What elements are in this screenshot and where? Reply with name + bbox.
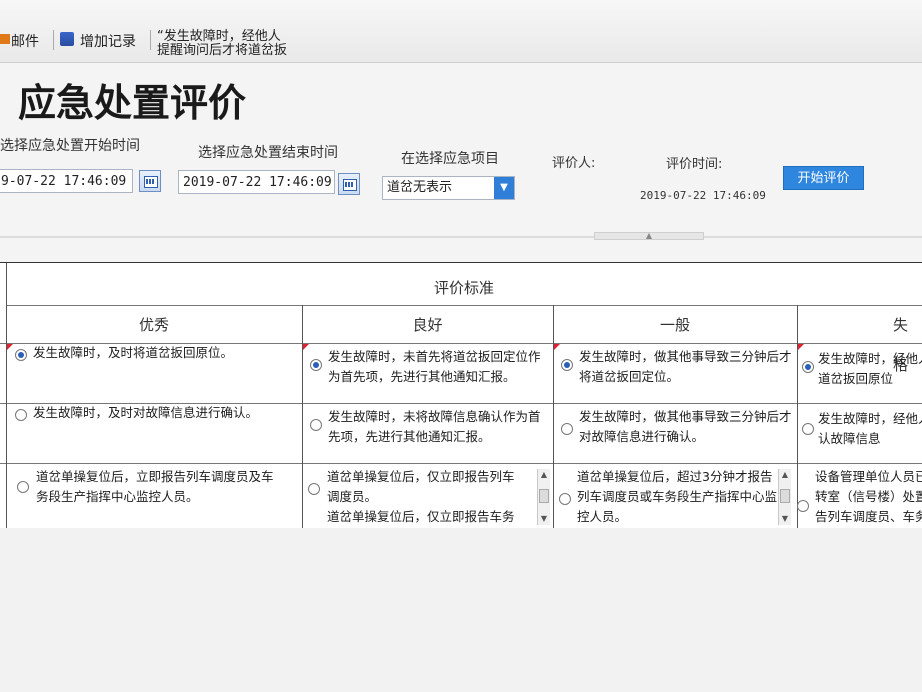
- page-title: 应急处置评价: [18, 81, 247, 125]
- end-time-label: 选择应急处置结束时间: [198, 145, 338, 161]
- column-header-fail[interactable]: 失格: [797, 305, 922, 374]
- radio-option[interactable]: [15, 409, 27, 421]
- radio-option[interactable]: [559, 493, 571, 505]
- criterion-text: 对故障信息进行确认。: [579, 429, 705, 444]
- criterion-cell[interactable]: 道岔单操复位后，仅立即报告列车 调度员。 道岔单操复位后，仅立即报告车务: [327, 467, 535, 527]
- criterion-cell[interactable]: 发生故障时，未首先将道岔扳回定位作 为首先项，先进行其他通知汇报。: [328, 347, 552, 387]
- criterion-text: 发生故障时，经他人: [818, 411, 922, 426]
- item-select-value: 道岔无表示: [387, 180, 453, 195]
- toolbar-note-line2: 提醒询问后才将道岔扳: [157, 43, 288, 58]
- criterion-text: 道岔单操复位后，仅立即报告列车: [327, 469, 515, 484]
- radio-option[interactable]: [310, 419, 322, 431]
- criterion-cell[interactable]: 道岔单操复位后，立即报告列车调度员及车 务段生产指挥中心监控人员。: [36, 467, 300, 507]
- criterion-cell[interactable]: 发生故障时，做其他事导致三分钟后才 对故障信息进行确认。: [579, 407, 795, 447]
- end-time-input[interactable]: 2019-07-22 17:46:09: [178, 170, 335, 194]
- item-select[interactable]: 道岔无表示 ▼: [382, 176, 515, 200]
- radio-option[interactable]: [561, 423, 573, 435]
- calendar-icon[interactable]: [338, 173, 360, 195]
- criterion-text: 发生故障时，未将故障信息确认作为首: [328, 409, 541, 424]
- radio-option[interactable]: [802, 361, 814, 373]
- chevron-down-icon[interactable]: ▼: [494, 177, 514, 199]
- criterion-cell[interactable]: 发生故障时，经他人 认故障信息: [818, 409, 922, 449]
- criterion-text: 控人员。: [577, 509, 628, 524]
- toolbar-note[interactable]: “发生故障时，经他人 提醒询问后才将道岔扳: [157, 30, 287, 58]
- criterion-text: 道岔单操复位后，立即报告列车调度员及车: [36, 469, 274, 484]
- cell-scrollbar[interactable]: ▲ ▼: [537, 469, 550, 525]
- criterion-text: 认故障信息: [818, 431, 881, 446]
- toolbar-divider: [150, 30, 151, 50]
- column-header-average[interactable]: 一般: [553, 305, 797, 343]
- start-time-input[interactable]: 9-07-22 17:46:09: [0, 169, 133, 193]
- scroll-down-icon[interactable]: ▼: [779, 513, 791, 525]
- cell-marker: [798, 344, 804, 350]
- table-header: 评价标准: [433, 279, 494, 297]
- criterion-text: 发生故障时，做其他事导致三分钟后才: [579, 349, 792, 364]
- evaluation-table: 评价标准 优秀 良好 一般 失格 发生故障时，及时将道岔扳回原位。 发生故障时，…: [0, 262, 922, 529]
- evaluator-label: 评价人:: [552, 156, 596, 171]
- criterion-text: 发生故障时，及时将道岔扳回原位。: [33, 345, 234, 360]
- criterion-text: 转室（信号楼）处置: [815, 489, 922, 504]
- criterion-text: 发生故障时，及时对故障信息进行确认。: [33, 405, 259, 420]
- criterion-text: 为首先项，先进行其他通知汇报。: [328, 369, 516, 384]
- scroll-up-icon[interactable]: ▲: [538, 469, 550, 481]
- criterion-cell[interactable]: 发生故障时，经他人 道岔扳回原位: [818, 349, 922, 389]
- criterion-text: 道岔单操复位后，超过3分钟才报告: [577, 469, 773, 484]
- criterion-text: 设备管理单位人员已: [815, 469, 922, 484]
- scroll-thumb[interactable]: [780, 489, 790, 503]
- empty-area: [0, 528, 922, 692]
- criterion-cell[interactable]: 发生故障时，做其他事导致三分钟后才 将道岔扳回定位。: [579, 347, 795, 387]
- scroll-down-icon[interactable]: ▼: [538, 513, 550, 525]
- radio-option[interactable]: [308, 483, 320, 495]
- eval-time-label: 评价时间:: [666, 157, 723, 172]
- criterion-text: 将道岔扳回定位。: [579, 369, 680, 384]
- criterion-cell[interactable]: 设备管理单位人员已 转室（信号楼）处置 告列车调度员、车务: [815, 467, 922, 527]
- criterion-text: 发生故障时，做其他事导致三分钟后才: [579, 409, 792, 424]
- start-evaluation-button[interactable]: 开始评价: [783, 166, 864, 190]
- mail-icon[interactable]: [0, 34, 10, 44]
- splitter[interactable]: [0, 236, 922, 238]
- criterion-text: 道岔单操复位后，仅立即报告车务: [327, 509, 515, 524]
- mail-button[interactable]: 邮件: [11, 31, 39, 51]
- criterion-text: 列车调度员或车务段生产指挥中心监: [577, 489, 777, 504]
- top-toolbar: 邮件 增加记录 “发生故障时，经他人 提醒询问后才将道岔扳: [0, 0, 922, 63]
- criterion-cell[interactable]: 道岔单操复位后，超过3分钟才报告 列车调度员或车务段生产指挥中心监 控人员。: [577, 467, 777, 527]
- cell-marker: [303, 344, 309, 350]
- toolbar-divider: [53, 30, 54, 50]
- radio-option[interactable]: [17, 481, 29, 493]
- item-label: 在选择应急项目: [401, 151, 499, 167]
- criterion-text: 道岔扳回原位: [818, 371, 894, 386]
- criterion-text: 发生故障时，未首先将道岔扳回定位作: [328, 349, 541, 364]
- radio-option[interactable]: [561, 359, 573, 371]
- row-divider: [0, 463, 922, 464]
- criterion-cell[interactable]: 发生故障时，及时将道岔扳回原位。: [33, 343, 298, 363]
- add-record-icon[interactable]: [60, 32, 74, 46]
- scroll-thumb[interactable]: [539, 489, 549, 503]
- radio-option[interactable]: [797, 500, 809, 512]
- column-header-good[interactable]: 良好: [302, 305, 553, 343]
- criterion-text: 先项，先进行其他通知汇报。: [328, 429, 491, 444]
- cell-marker: [554, 344, 560, 350]
- radio-option[interactable]: [15, 349, 27, 361]
- add-record-button[interactable]: 增加记录: [80, 31, 136, 51]
- column-header-excellent[interactable]: 优秀: [6, 305, 302, 343]
- col-divider: [6, 263, 7, 529]
- criterion-cell[interactable]: 发生故障时，及时对故障信息进行确认。: [33, 403, 298, 423]
- criterion-text: 务段生产指挥中心监控人员。: [36, 489, 199, 504]
- cell-scrollbar[interactable]: ▲ ▼: [778, 469, 791, 525]
- calendar-icon[interactable]: [139, 170, 161, 192]
- cell-marker: [7, 344, 13, 350]
- criterion-cell[interactable]: 发生故障时，未将故障信息确认作为首 先项，先进行其他通知汇报。: [328, 407, 552, 447]
- criterion-text: 发生故障时，经他人: [818, 351, 922, 366]
- radio-option[interactable]: [310, 359, 322, 371]
- start-time-label: 选择应急处置开始时间: [0, 138, 140, 154]
- criterion-text: 调度员。: [327, 489, 378, 504]
- collapse-handle-icon[interactable]: ▲: [594, 232, 704, 240]
- radio-option[interactable]: [802, 423, 814, 435]
- scroll-up-icon[interactable]: ▲: [779, 469, 791, 481]
- criterion-text: 告列车调度员、车务: [815, 509, 922, 524]
- eval-time-value: 2019-07-22 17:46:09: [640, 189, 766, 202]
- toolbar-note-line1: “发生故障时，经他人: [157, 29, 281, 44]
